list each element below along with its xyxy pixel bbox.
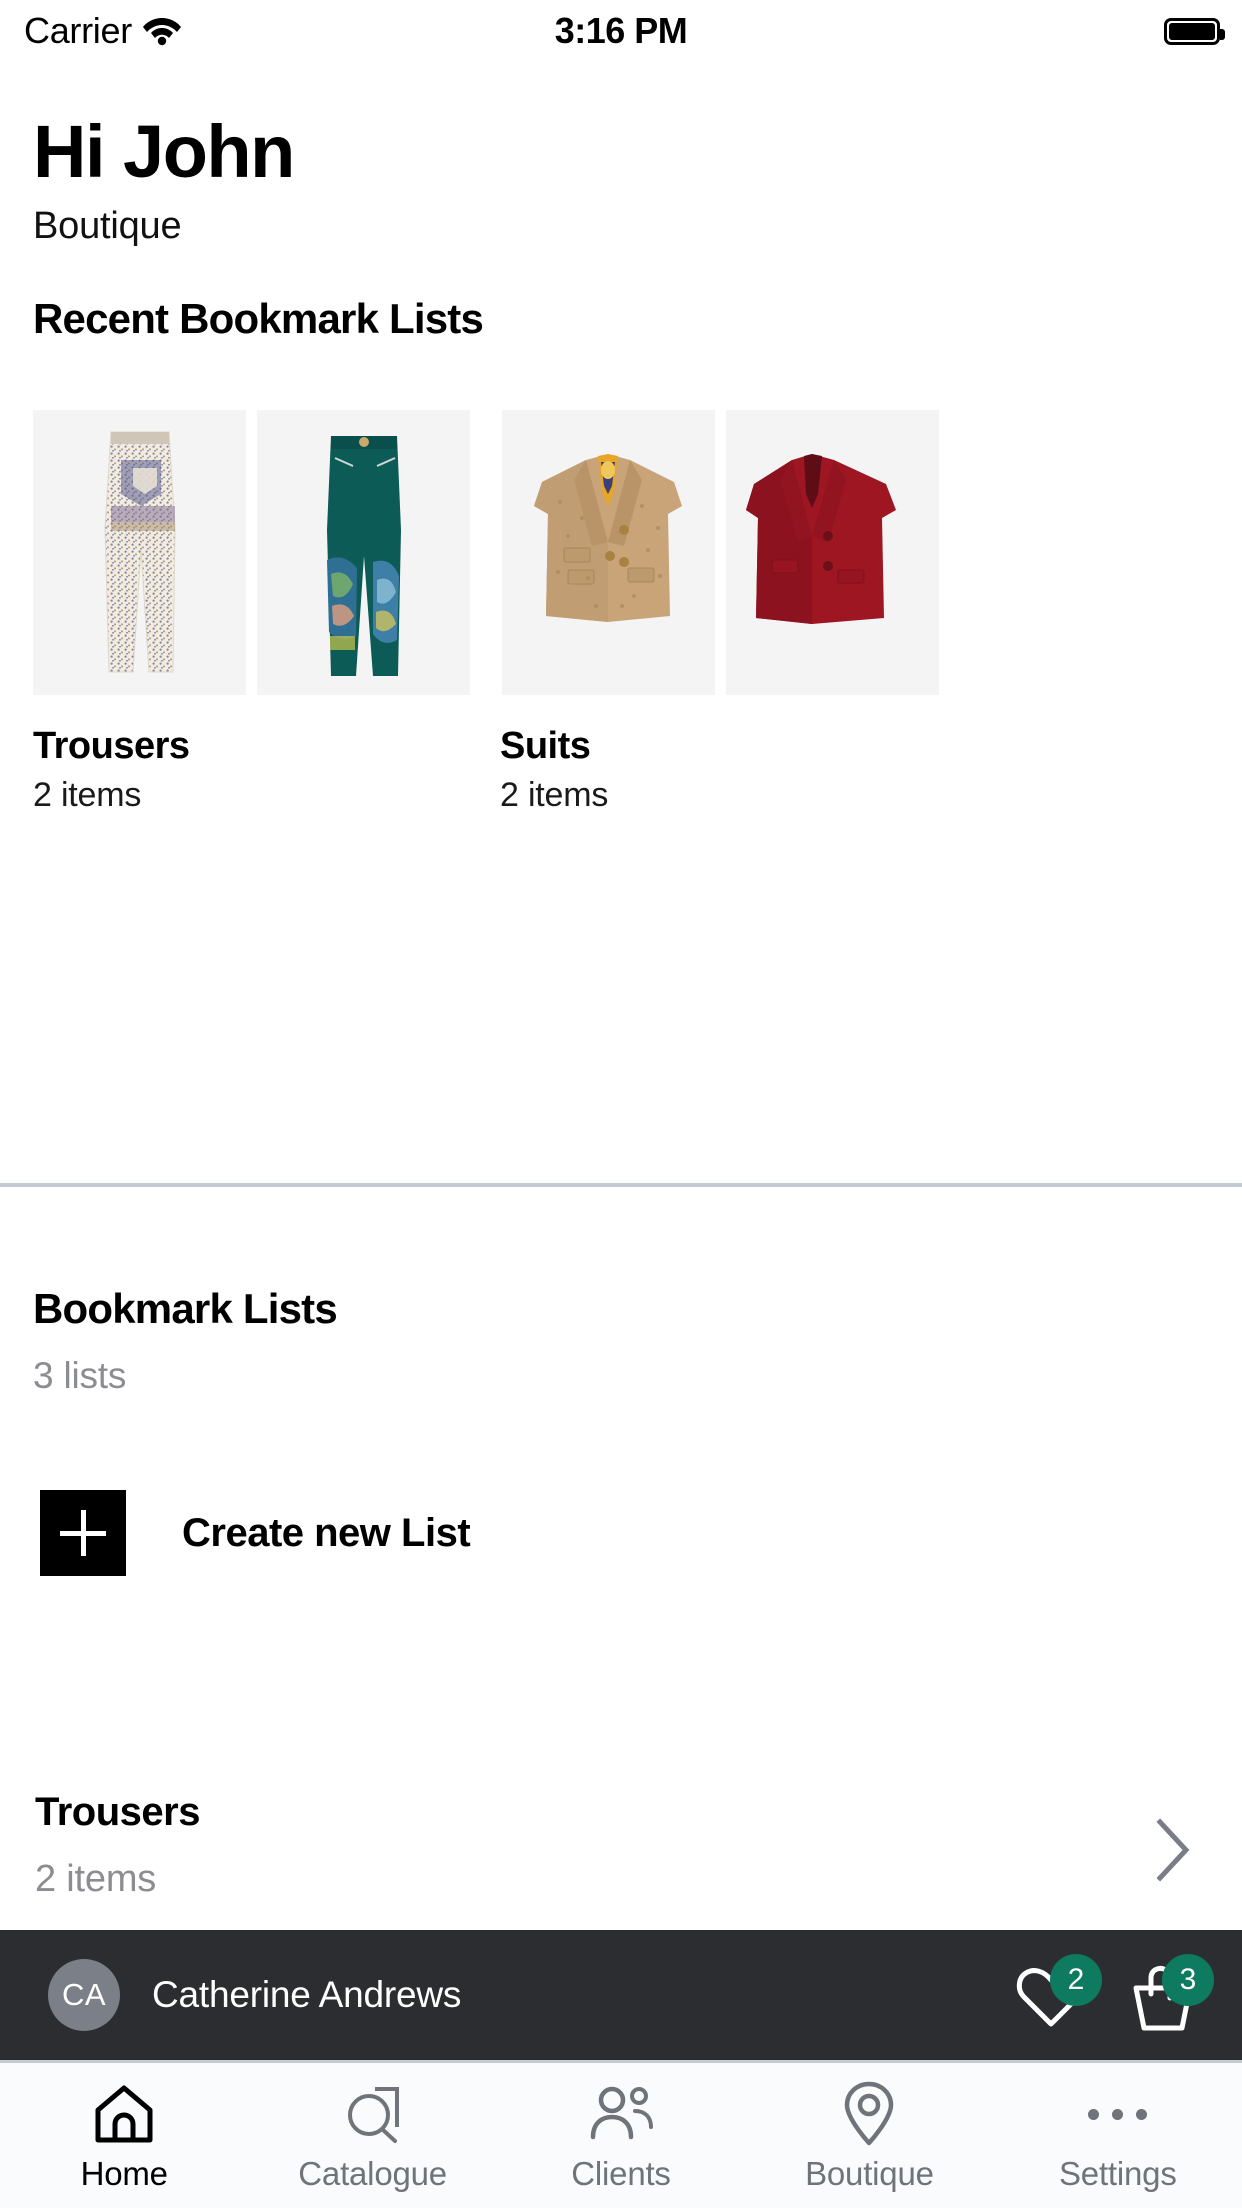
create-new-list-label: Create new List bbox=[182, 1510, 471, 1555]
wishlist-button[interactable]: 2 bbox=[1014, 1954, 1102, 2032]
status-bar-right bbox=[1164, 17, 1225, 45]
thumbnail-teal-trousers[interactable] bbox=[257, 410, 470, 695]
plus-icon bbox=[40, 1490, 126, 1576]
list-item-subtitle: 2 items bbox=[35, 1858, 157, 1900]
avatar: CA bbox=[48, 1959, 120, 2031]
basket-badge: 3 bbox=[1162, 1954, 1214, 2006]
people-icon bbox=[587, 2081, 655, 2147]
bookmark-section-subtitle: 3 lists bbox=[33, 1355, 127, 1396]
section-divider bbox=[0, 1183, 1242, 1187]
recent-card-suits[interactable] bbox=[502, 410, 939, 695]
clock-label: 3:16 PM bbox=[554, 10, 688, 51]
recent-section-title: Recent Bookmark Lists bbox=[33, 295, 484, 342]
shop-name-label: Boutique bbox=[33, 205, 182, 247]
tab-catalogue[interactable]: Catalogue bbox=[248, 2063, 496, 2193]
client-bar-actions: 2 3 bbox=[1014, 1954, 1214, 2032]
thumbnail-paisley-trousers[interactable] bbox=[33, 410, 246, 695]
recent-card-subtitle: 2 items bbox=[500, 776, 609, 814]
basket-button[interactable]: 3 bbox=[1126, 1954, 1214, 2032]
catalogue-search-icon bbox=[341, 2081, 405, 2147]
recent-card-trousers[interactable] bbox=[33, 410, 470, 695]
recent-card-title: Trousers bbox=[33, 725, 190, 767]
ellipsis-icon bbox=[1088, 2081, 1148, 2147]
list-item-trousers[interactable]: Trousers 2 items bbox=[0, 1790, 1242, 1930]
recent-card-subtitle: 2 items bbox=[33, 776, 142, 814]
battery-full-icon bbox=[1164, 17, 1225, 45]
page-title: Hi John bbox=[33, 110, 295, 193]
tab-clients[interactable]: Clients bbox=[497, 2063, 745, 2193]
home-icon bbox=[92, 2081, 156, 2147]
app-screen: Carrier 3:16 PM Hi John Boutique Recent … bbox=[0, 0, 1242, 2208]
tab-bar: Home Catalogue Clients Boutique Settings bbox=[0, 2060, 1242, 2208]
client-name-label: Catherine Andrews bbox=[152, 1974, 462, 2015]
status-bar: Carrier 3:16 PM bbox=[0, 0, 1242, 62]
create-new-list-button[interactable]: Create new List bbox=[40, 1490, 471, 1576]
list-item-title: Trousers bbox=[35, 1790, 200, 1834]
tab-label: Catalogue bbox=[298, 2155, 447, 2192]
tab-label: Settings bbox=[1059, 2155, 1177, 2192]
bookmark-section-title: Bookmark Lists bbox=[33, 1285, 338, 1332]
tab-settings[interactable]: Settings bbox=[994, 2063, 1242, 2193]
thumbnail-tan-blazer[interactable] bbox=[502, 410, 715, 695]
tab-boutique[interactable]: Boutique bbox=[745, 2063, 993, 2193]
chevron-right-icon[interactable] bbox=[1154, 1818, 1194, 1882]
tab-label: Boutique bbox=[805, 2155, 934, 2192]
recent-card-title: Suits bbox=[500, 725, 591, 767]
active-client-bar[interactable]: CA Catherine Andrews 2 3 bbox=[0, 1930, 1242, 2060]
thumbnail-red-jacket[interactable] bbox=[726, 410, 939, 695]
tab-label: Clients bbox=[571, 2155, 671, 2192]
wishlist-badge: 2 bbox=[1050, 1954, 1102, 2006]
map-pin-icon bbox=[841, 2081, 897, 2147]
recent-card-label-trousers: Trousers 2 items bbox=[33, 725, 190, 815]
tab-label: Home bbox=[80, 2155, 168, 2192]
recent-card-label-suits: Suits 2 items bbox=[500, 725, 608, 815]
recent-lists-carousel[interactable] bbox=[0, 410, 1242, 695]
tab-home[interactable]: Home bbox=[0, 2063, 248, 2193]
